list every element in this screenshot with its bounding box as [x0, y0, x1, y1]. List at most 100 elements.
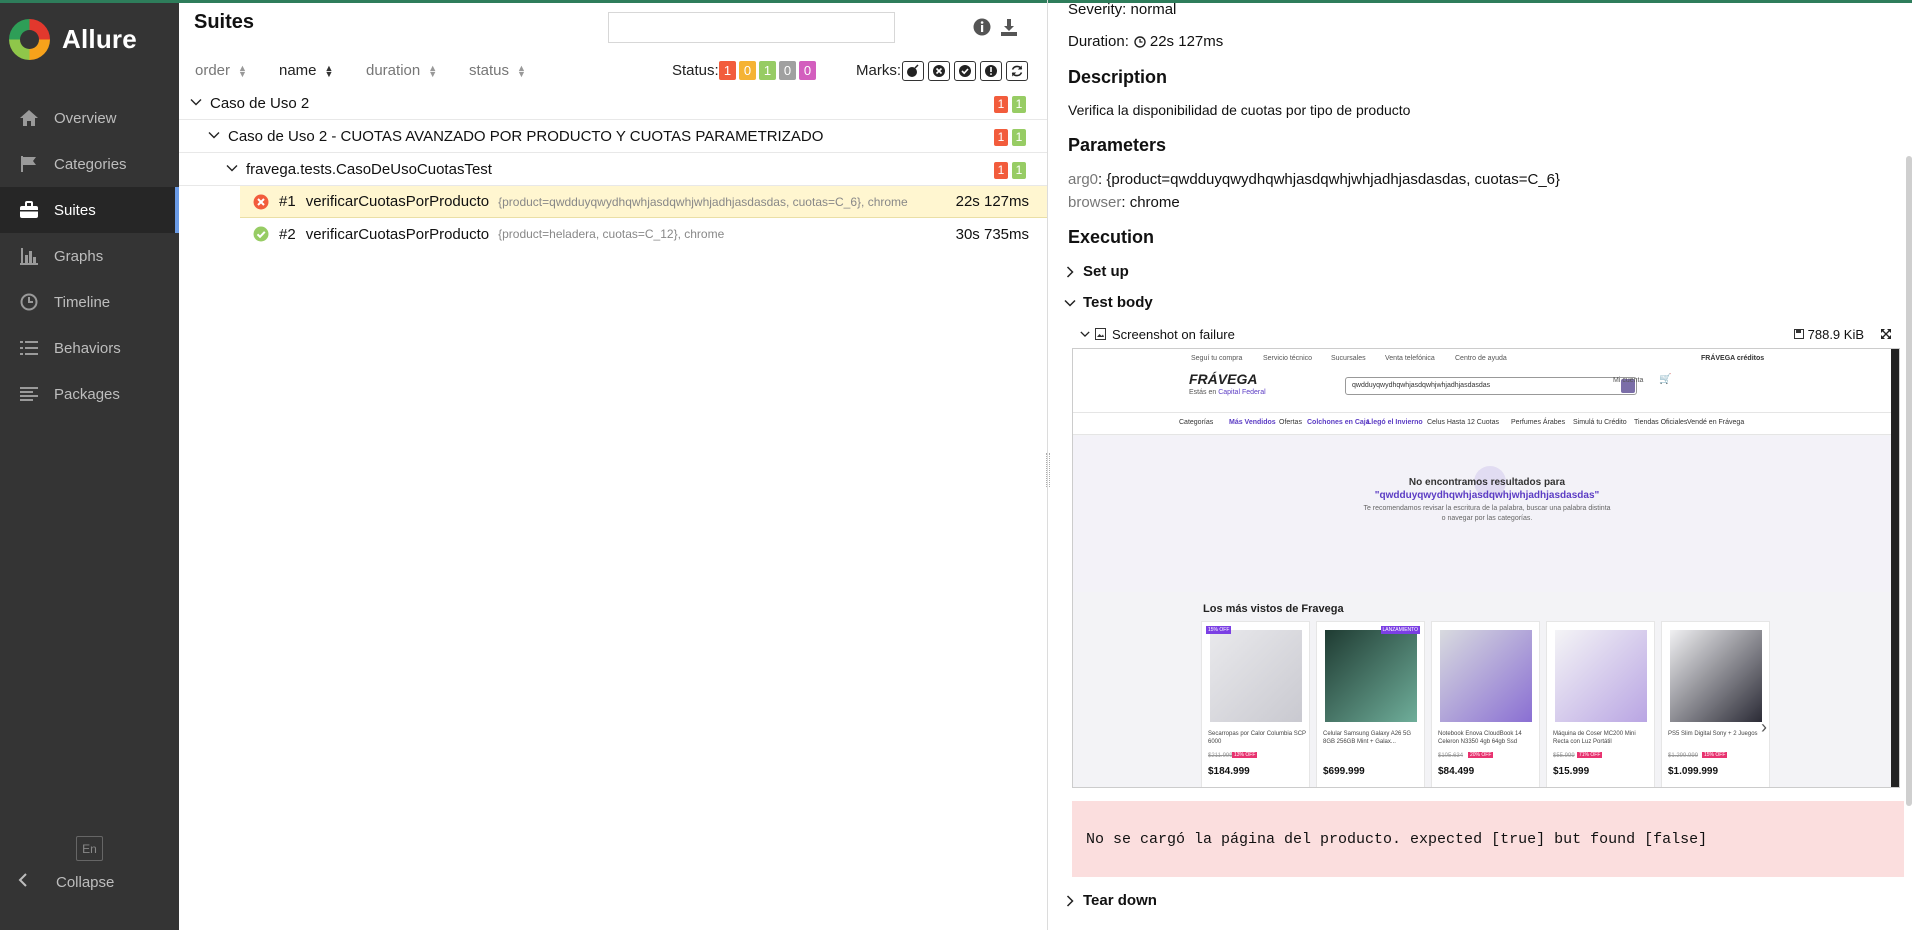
carousel-next-icon: ›: [1761, 717, 1767, 737]
test-case-params: {product=heladera, cuotas=C_12}, chrome: [498, 227, 725, 241]
info-icon[interactable]: [972, 17, 992, 37]
sort-status[interactable]: status ▲ ▼: [469, 62, 526, 79]
product-name: Máquina de Coser MC200 Mini Recta con Lu…: [1553, 731, 1636, 745]
mark-retries-button[interactable]: [1006, 61, 1028, 81]
tree-group-level2[interactable]: Caso de Uso 2 - CUOTAS AVANZADO POR PROD…: [179, 120, 1047, 153]
product-old-price: $55.999: [1553, 753, 1575, 759]
sidebar-item-categories[interactable]: Categories: [0, 141, 179, 187]
search-input[interactable]: [608, 12, 895, 43]
passed-count-badge: 1: [1012, 129, 1026, 146]
duration-value: 22s 127ms: [1149, 33, 1224, 50]
mark-new-passed-button[interactable]: [954, 61, 976, 81]
chevron-right-icon: [1066, 894, 1074, 907]
test-case-row[interactable]: #1 verificarCuotasPorProducto {product=q…: [240, 186, 1047, 218]
times-circle-icon: [933, 65, 945, 77]
teardown-label: Tear down: [1083, 892, 1157, 909]
collapse-button[interactable]: Collapse: [18, 873, 114, 891]
failed-count-badge: 1: [994, 129, 1008, 146]
sidebar-item-overview[interactable]: Overview: [0, 95, 179, 141]
chevron-down-icon: [1064, 299, 1076, 307]
tree-group-level3[interactable]: fravega.tests.CasoDeUsoCuotasTest 1 1: [179, 153, 1047, 186]
chevron-right-icon: [1066, 265, 1074, 278]
status-broken-badge[interactable]: 0: [739, 61, 756, 80]
suites-tree: Caso de Uso 2 1 1 Caso de Uso 2 - CUOTAS…: [179, 87, 1047, 250]
no-results-query: "qwdduyqwydhqwhjasdqwhjwhjadhjasdasdas": [1374, 490, 1600, 501]
setup-section[interactable]: Set up: [1064, 263, 1129, 280]
test-body-label: Test body: [1083, 294, 1153, 311]
fravega-menu: Categorías Más Vendidos Ofertas Colchone…: [1073, 413, 1899, 435]
sidebar-item-packages[interactable]: Packages: [0, 371, 179, 417]
sort-order[interactable]: order ▲ ▼: [195, 62, 247, 79]
product-discount: 13% OFF: [1232, 752, 1258, 758]
page-title: Suites: [194, 11, 255, 33]
clock-icon: [18, 292, 40, 312]
attachment-size-value: 788.9 KiB: [1807, 326, 1864, 342]
fravega-search: qwdduyqwydhqwhjasdqwhjwhjadhjasdasdas: [1345, 377, 1637, 395]
products-title: Los más vistos de Fravega: [1203, 603, 1344, 615]
download-icon[interactable]: [999, 17, 1019, 37]
sidebar-item-label: Overview: [54, 109, 117, 127]
mark-new-failed-button[interactable]: [928, 61, 950, 81]
image-file-icon: [1095, 328, 1106, 340]
test-case-name: verificarCuotasPorProducto: [305, 225, 490, 243]
util-link: Seguí tu compra: [1191, 355, 1243, 362]
passed-status-icon: [253, 226, 269, 242]
language-button[interactable]: En: [76, 836, 103, 861]
test-case-number: #1: [279, 193, 296, 210]
product-card: LANZAMIENTO Celular Samsung Galaxy A26 5…: [1316, 621, 1425, 787]
sort-duration[interactable]: duration ▲ ▼: [366, 62, 437, 79]
sidebar-nav: Overview Categories Suites Graphs Timeli…: [0, 95, 179, 417]
fravega-search-value: qwdduyqwydhqwhjasdqwhjwhjadhjasdasdas: [1352, 382, 1491, 389]
failure-screenshot: Seguí tu compra Servicio técnico Sucursa…: [1072, 348, 1900, 788]
status-filter-label: Status:: [672, 62, 719, 79]
tree-group-level1[interactable]: Caso de Uso 2 1 1: [179, 87, 1047, 120]
save-icon: [1793, 329, 1804, 339]
status-skipped-badge[interactable]: 0: [779, 61, 796, 80]
util-link: Venta telefónica: [1385, 355, 1435, 362]
sidebar-item-suites[interactable]: Suites: [0, 187, 179, 233]
suites-pane: Suites order ▲ ▼ name ▲ ▼ duration ▲ ▼ status ▲…: [179, 0, 1047, 930]
status-failed-badge[interactable]: 1: [719, 61, 736, 80]
status-unknown-badge[interactable]: 0: [799, 61, 816, 80]
duration-row: Duration: 22s 127ms: [1068, 33, 1223, 50]
bomb-icon: [907, 64, 919, 77]
teardown-section[interactable]: Tear down: [1064, 892, 1157, 909]
sort-bar: order ▲ ▼ name ▲ ▼ duration ▲ ▼ status ▲ ▼ Statu…: [179, 59, 1047, 84]
app-name: Allure: [62, 24, 137, 54]
execution-heading: Execution: [1068, 227, 1155, 247]
details-scrollbar[interactable]: [1906, 156, 1912, 806]
cart-icon: 🛒: [1659, 374, 1672, 385]
status-passed-badge[interactable]: 1: [759, 61, 776, 80]
sidebar-item-behaviors[interactable]: Behaviors: [0, 325, 179, 371]
test-body-section[interactable]: Test body: [1064, 294, 1153, 311]
test-case-name: verificarCuotasPorProducto: [305, 193, 490, 210]
location-text: Estás en Capital Federal: [1189, 389, 1266, 396]
product-name: PS5 Slim Digital Sony + 2 Juegos: [1668, 731, 1758, 737]
sidebar-item-timeline[interactable]: Timeline: [0, 279, 179, 325]
test-case-row[interactable]: #2 verificarCuotasPorProducto {product=h…: [240, 218, 1047, 250]
param-key: arg0: [1068, 171, 1099, 188]
tree-group-label: Caso de Uso 2: [210, 94, 310, 112]
parameters-heading: Parameters: [1068, 135, 1167, 155]
sidebar-item-label: Behaviors: [54, 339, 121, 357]
allure-logo-icon: [9, 19, 50, 60]
product-old-price: $105.634: [1438, 753, 1464, 759]
test-details-pane: Severity: normal Duration: 22s 127ms Des…: [1048, 0, 1912, 930]
menu-item: Celus Hasta 12 Cuotas: [1427, 419, 1499, 426]
mark-new-broken-button[interactable]: [980, 61, 1002, 81]
product-old-price: $211.999: [1208, 753, 1233, 759]
sort-name[interactable]: name ▲ ▼: [279, 62, 333, 79]
expand-icon[interactable]: [1880, 328, 1892, 340]
chevron-down-icon: [226, 162, 240, 176]
screenshot-scrollbar: [1891, 349, 1899, 787]
duration-label: Duration:: [1068, 33, 1129, 50]
product-card: Notebook Enova CloudBook 14 Celeron N335…: [1431, 621, 1540, 787]
mark-flaky-button[interactable]: [902, 61, 924, 81]
tree-group-label: fravega.tests.CasoDeUsoCuotasTest: [246, 160, 492, 178]
fravega-header: Seguí tu compra Servicio técnico Sucursa…: [1073, 349, 1899, 413]
attachment-row[interactable]: Screenshot on failure 788.9 KiB: [1080, 323, 1898, 345]
sidebar-item-graphs[interactable]: Graphs: [0, 233, 179, 279]
menu-item: Categorías: [1179, 419, 1214, 426]
allure-logo[interactable]: Allure: [9, 19, 137, 60]
error-message: No se cargó la página del producto. expe…: [1072, 801, 1904, 877]
